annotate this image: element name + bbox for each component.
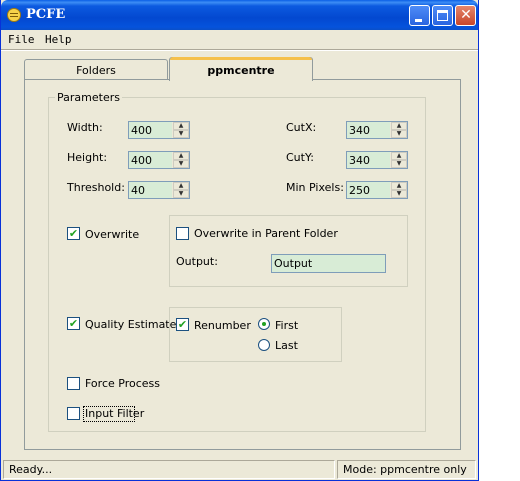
height-spinbox[interactable]: 400 ▲ ▼ [128, 151, 190, 169]
cuty-value[interactable]: 340 [347, 152, 390, 168]
status-bar: Ready... Mode: ppmcentre only [1, 458, 478, 480]
tab-ppmcentre-label: ppmcentre [207, 64, 275, 77]
close-button[interactable]: ✕ [455, 5, 476, 26]
cuty-spin-up-icon[interactable]: ▲ [391, 152, 407, 160]
tab-ppmcentre[interactable]: ppmcentre [169, 57, 313, 81]
main-window: PCFE ✕ File Help Folders ppmcentre Param… [0, 0, 479, 481]
minimize-icon [415, 19, 422, 22]
tab-folders[interactable]: Folders [24, 59, 168, 81]
height-label: Height: [67, 151, 108, 164]
min-pixels-spinbox[interactable]: 250 ▲ ▼ [346, 181, 408, 199]
overwrite-parent-checkbox[interactable] [176, 227, 189, 240]
first-label[interactable]: First [275, 319, 298, 332]
minimize-button[interactable] [409, 5, 430, 26]
window-title: PCFE [26, 7, 66, 22]
app-icon [7, 8, 21, 22]
cutx-label: CutX: [286, 121, 317, 134]
maximize-button[interactable] [432, 5, 453, 26]
overwrite-label[interactable]: Overwrite [85, 228, 139, 241]
threshold-spin-down-icon[interactable]: ▼ [173, 190, 189, 198]
width-spinbox[interactable]: 400 ▲ ▼ [128, 121, 190, 139]
tab-folders-label: Folders [76, 64, 116, 77]
last-radio[interactable] [258, 339, 270, 351]
output-field[interactable]: Output [271, 254, 386, 273]
quality-estimate-checkbox[interactable]: ✔ [67, 317, 80, 330]
width-spin-down-icon[interactable]: ▼ [173, 130, 189, 138]
input-filter-label[interactable]: Input Filter [85, 407, 144, 420]
cuty-label: CutY: [286, 151, 314, 164]
maximize-icon [437, 10, 448, 21]
menu-help[interactable]: Help [45, 33, 72, 46]
first-radio[interactable] [258, 318, 270, 330]
height-value[interactable]: 400 [129, 152, 172, 168]
input-filter-checkbox[interactable] [67, 407, 80, 420]
cutx-value[interactable]: 340 [347, 122, 390, 138]
output-label: Output: [176, 255, 218, 268]
cutx-spinbox[interactable]: 340 ▲ ▼ [346, 121, 408, 139]
force-process-checkbox[interactable] [67, 377, 80, 390]
overwrite-options-frame [169, 215, 408, 287]
overwrite-checkbox[interactable]: ✔ [67, 227, 80, 240]
cutx-spin-up-icon[interactable]: ▲ [391, 122, 407, 130]
close-icon: ✕ [460, 7, 472, 23]
min-pixels-label: Min Pixels: [286, 181, 344, 194]
cuty-spin-down-icon[interactable]: ▼ [391, 160, 407, 168]
threshold-value[interactable]: 40 [129, 182, 172, 198]
min-pixels-spin-up-icon[interactable]: ▲ [391, 182, 407, 190]
min-pixels-value[interactable]: 250 [347, 182, 390, 198]
menu-divider [1, 49, 478, 51]
cutx-spin-down-icon[interactable]: ▼ [391, 130, 407, 138]
width-label: Width: [67, 121, 103, 134]
threshold-spinbox[interactable]: 40 ▲ ▼ [128, 181, 190, 199]
height-spin-up-icon[interactable]: ▲ [173, 152, 189, 160]
overwrite-parent-label[interactable]: Overwrite in Parent Folder [194, 227, 338, 240]
threshold-spin-up-icon[interactable]: ▲ [173, 182, 189, 190]
renumber-label[interactable]: Renumber [194, 319, 251, 332]
quality-estimate-label[interactable]: Quality Estimate [85, 318, 176, 331]
status-text: Ready... [3, 460, 335, 479]
parameters-legend: Parameters [55, 91, 122, 104]
force-process-label[interactable]: Force Process [85, 377, 160, 390]
menu-file[interactable]: File [8, 33, 35, 46]
renumber-checkbox[interactable]: ✔ [176, 318, 189, 331]
title-bar[interactable]: PCFE ✕ [1, 0, 478, 30]
height-spin-down-icon[interactable]: ▼ [173, 160, 189, 168]
status-mode: Mode: ppmcentre only [337, 460, 476, 479]
menu-bar: File Help [1, 30, 478, 49]
width-spin-up-icon[interactable]: ▲ [173, 122, 189, 130]
renumber-frame [169, 307, 342, 362]
threshold-label: Threshold: [67, 181, 125, 194]
last-label[interactable]: Last [275, 339, 298, 352]
min-pixels-spin-down-icon[interactable]: ▼ [391, 190, 407, 198]
width-value[interactable]: 400 [129, 122, 172, 138]
cuty-spinbox[interactable]: 340 ▲ ▼ [346, 151, 408, 169]
